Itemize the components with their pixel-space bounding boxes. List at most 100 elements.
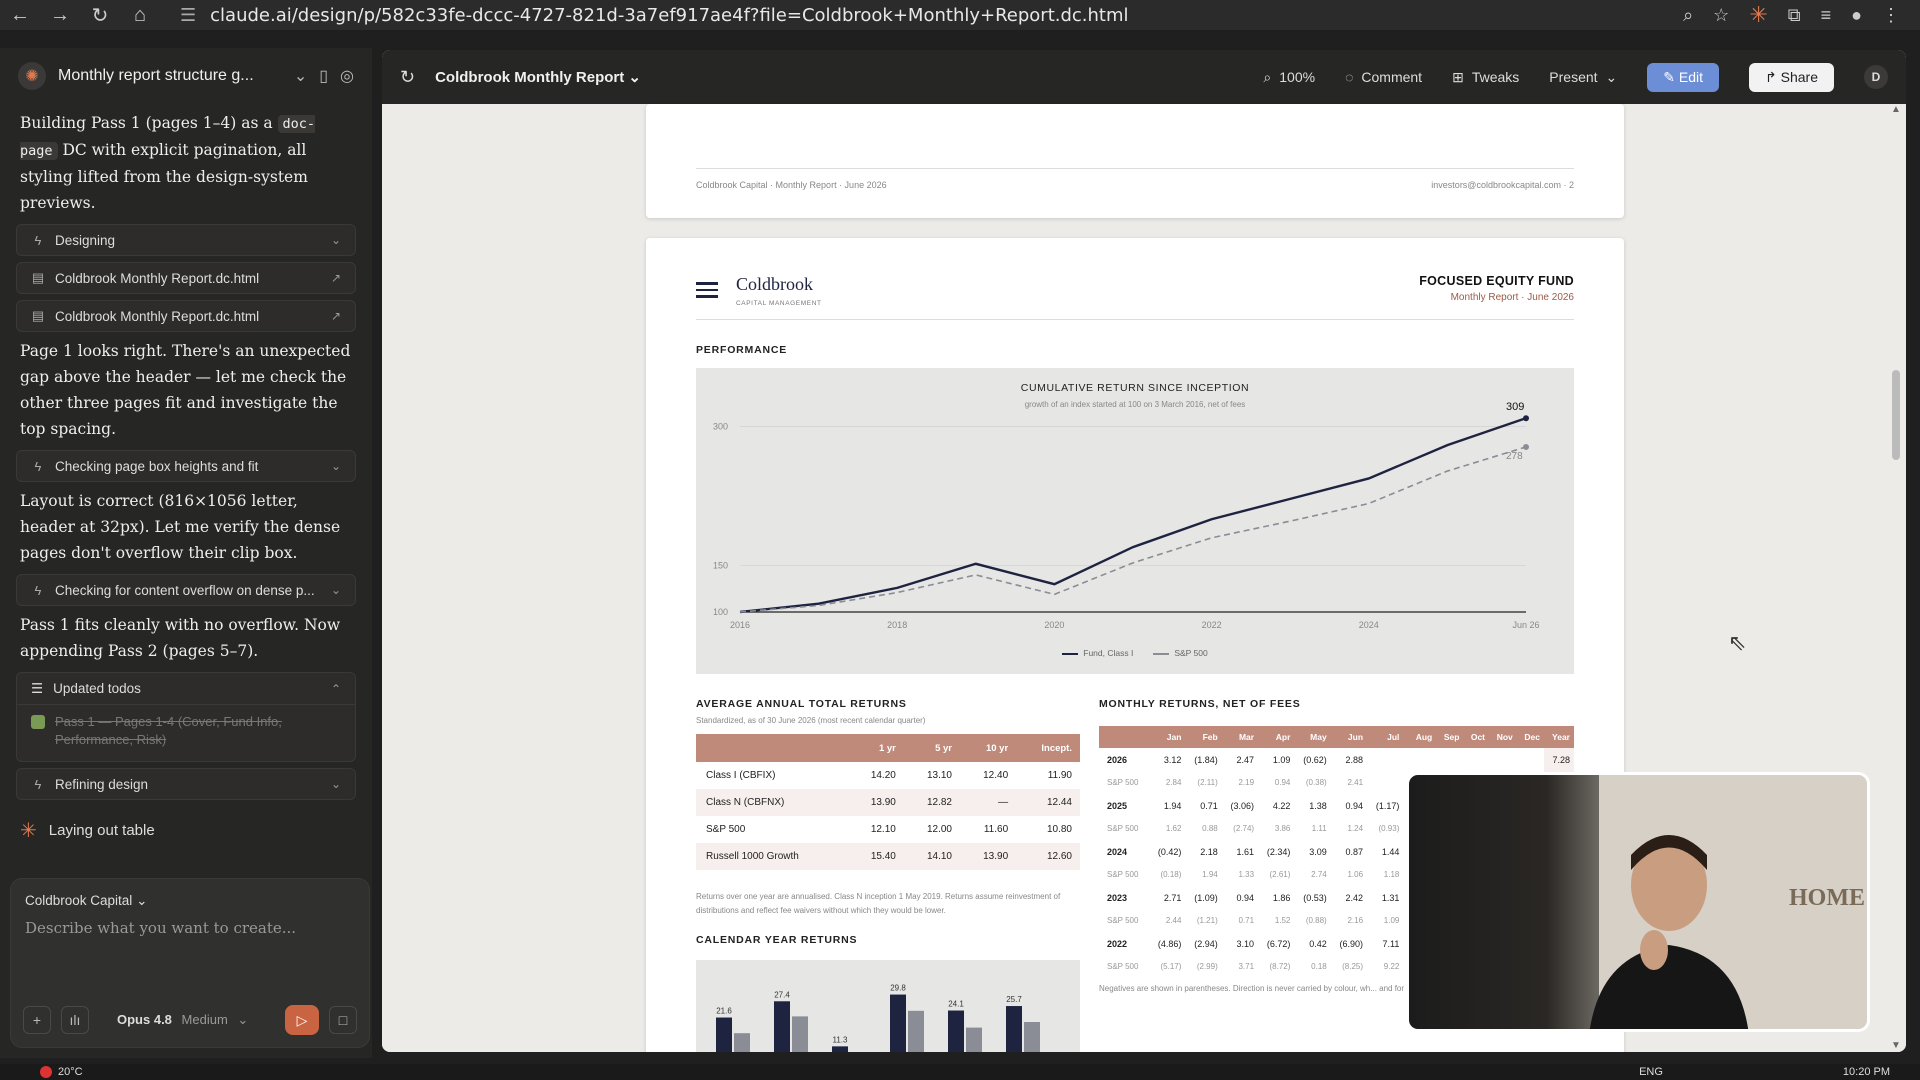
home-icon[interactable]: ⌂: [120, 0, 160, 30]
extensions-icon[interactable]: ⧉: [1788, 5, 1801, 26]
section-title-avg-returns: AVERAGE ANNUAL TOTAL RETURNS: [696, 698, 907, 710]
file-link[interactable]: ▤ Coldbrook Monthly Report.dc.html ↗: [16, 300, 356, 332]
table-cell: 12.60: [1016, 843, 1080, 870]
file-link[interactable]: ▤ Coldbrook Monthly Report.dc.html ↗: [16, 262, 356, 294]
step-checking-overflow[interactable]: ϟ Checking for content overflow on dense…: [16, 574, 356, 606]
refresh-icon[interactable]: ↻: [400, 67, 415, 88]
present-button[interactable]: Present ⌄: [1549, 69, 1617, 86]
scroll-up-icon[interactable]: ▲: [1890, 104, 1902, 116]
x-tick-label: 2018: [887, 620, 907, 630]
table-cell: (1.09): [1194, 892, 1218, 903]
project-title[interactable]: Monthly report structure g...: [58, 67, 282, 85]
table-cell: 12.40: [983, 770, 1009, 781]
address-bar[interactable]: ☰ claude.ai/design/p/582c33fe-dccc-4727-…: [180, 5, 1129, 26]
tab-search-icon[interactable]: ≡: [1821, 5, 1832, 26]
mouse-cursor-icon: ⇖: [1728, 630, 1747, 655]
temperature: 20°C: [58, 1066, 83, 1078]
profile-avatar[interactable]: ●: [1851, 5, 1862, 26]
table-cell: 1.38: [1309, 800, 1327, 811]
calendar-year-chart: 21.6 27.4 11.3 29.8 24.1 25.7: [696, 960, 1080, 1052]
step-checking-heights[interactable]: ϟ Checking page box heights and fit ⌄: [16, 450, 356, 482]
chevron-down-icon[interactable]: ⌄: [294, 66, 307, 86]
table-row: S&P 500 12.10 12.00 11.60 10.80: [696, 816, 1080, 843]
model-selector[interactable]: Opus 4.8 Medium ⌄: [117, 1012, 248, 1028]
claude-logo-icon[interactable]: ✺: [18, 62, 46, 90]
table-cell: Russell 1000 Growth: [696, 843, 848, 870]
clock[interactable]: 10:20 PM: [1843, 1066, 1890, 1078]
add-attachment-button[interactable]: +: [23, 1006, 51, 1034]
zoom-control[interactable]: ⌕ 100%: [1263, 69, 1315, 86]
step-designing[interactable]: ϟ Designing ⌄: [16, 224, 356, 256]
panel-toggle-icon[interactable]: ▯: [319, 66, 328, 86]
project-name: Coldbrook Capital: [25, 893, 133, 908]
new-chat-icon[interactable]: ◎: [340, 66, 354, 86]
table-cell: (1.17): [1375, 800, 1400, 811]
stop-icon[interactable]: □: [329, 1006, 357, 1034]
todo-label: Pass 1 — Pages 1-4 (Cover, Fund Info, Pe…: [55, 714, 282, 747]
browser-menu-icon[interactable]: ⋮: [1882, 5, 1900, 26]
share-button[interactable]: ↱ Share: [1749, 62, 1834, 92]
scroll-down-icon[interactable]: ▼: [1890, 1040, 1902, 1052]
comment-button[interactable]: ◌ Comment: [1345, 69, 1422, 85]
avatar[interactable]: D: [1864, 65, 1888, 89]
table-cell: 11.90: [1047, 770, 1072, 781]
comment-label: Comment: [1361, 69, 1423, 85]
zoom-icon[interactable]: ⌕: [1683, 5, 1693, 26]
bolt-icon: ϟ: [34, 232, 42, 248]
table-header-row: Jan Feb Mar Apr May Jun Jul Aug Sep Oct Nov Dec Year: [1099, 726, 1574, 748]
table-cell: S&P 500: [1107, 962, 1139, 971]
bookmark-star-icon[interactable]: ☆: [1713, 5, 1729, 26]
back-icon[interactable]: ←: [0, 0, 40, 30]
site-info-icon[interactable]: ☰: [180, 5, 196, 26]
table-cell: 3.10: [1236, 938, 1255, 949]
column-header: 10 yr: [960, 734, 1017, 762]
vertical-scrollbar[interactable]: ▲ ▼: [1890, 104, 1902, 1052]
table-cell: (6.72): [1266, 938, 1291, 949]
voice-icon[interactable]: ılı: [61, 1006, 89, 1034]
step-refining[interactable]: ϟ Refining design ⌄: [16, 768, 356, 800]
claude-extension-icon[interactable]: ✳: [1749, 2, 1767, 28]
column-header: Jul: [1367, 726, 1404, 748]
table-cell: S&P 500: [1107, 870, 1139, 879]
table-cell: 1.86: [1272, 892, 1291, 903]
table-row: 2026 3.12 (1.84) 2.47 1.09 (0.62) 2.88 7.28: [1099, 748, 1574, 771]
language-indicator[interactable]: ENG: [1639, 1066, 1663, 1078]
open-external-icon[interactable]: ↗: [331, 271, 341, 285]
assistant-message: Building Pass 1 (pages 1–4) as a doc-pag…: [20, 110, 352, 216]
url-text: claude.ai/design/p/582c33fe-dccc-4727-82…: [210, 4, 1129, 26]
table-cell: 0.71: [1200, 800, 1218, 811]
table-cell: 13.90: [847, 789, 904, 816]
table-cell: 2.18: [1200, 846, 1218, 857]
todo-header[interactable]: ☰ Updated todos ⌃: [17, 673, 355, 705]
y-tick-label: 150: [713, 561, 728, 571]
scrollbar-thumb[interactable]: [1892, 370, 1900, 460]
table-cell: 1.94: [1163, 800, 1182, 811]
weather-widget[interactable]: 20°C: [40, 1066, 83, 1078]
table-cell: 2.88: [1345, 754, 1364, 765]
column-header: Year: [1543, 726, 1574, 748]
tweaks-button[interactable]: ⊞ Tweaks: [1452, 69, 1519, 86]
table-cell: 12.10: [870, 824, 896, 835]
prompt-input[interactable]: Describe what you want to create...: [11, 909, 369, 947]
step-label: Designing: [55, 232, 116, 248]
x-tick-label: 2016: [730, 620, 750, 630]
table-cell: (5.17): [1160, 962, 1182, 971]
canvas-toolbar: ↻ Coldbrook Monthly Report ⌄ ⌕ 100% ◌ Comm…: [382, 50, 1906, 104]
table-cell: 13.90: [960, 843, 1017, 870]
forward-icon[interactable]: →: [40, 0, 80, 30]
project-selector[interactable]: Coldbrook Capital ⌄: [11, 879, 369, 909]
zoom-value: 100%: [1279, 69, 1316, 85]
presenter-figure: [1589, 835, 1749, 1029]
chevron-down-icon: ⌄: [237, 1012, 249, 1027]
table-cell: 2022: [1107, 938, 1128, 949]
open-external-icon[interactable]: ↗: [331, 309, 341, 323]
reload-icon[interactable]: ↻: [80, 0, 120, 30]
legend-label: Fund, Class I: [1083, 648, 1134, 658]
table-cell: 2.41: [1347, 778, 1364, 787]
table-cell: 12.44: [1016, 789, 1080, 816]
send-button[interactable]: ▷: [285, 1005, 319, 1035]
table-cell: 2024: [1107, 846, 1128, 857]
brand-subtitle: CAPITAL MANAGEMENT: [736, 300, 822, 307]
edit-button[interactable]: ✎ Edit: [1647, 62, 1720, 92]
document-title[interactable]: Coldbrook Monthly Report ⌄: [435, 68, 641, 86]
